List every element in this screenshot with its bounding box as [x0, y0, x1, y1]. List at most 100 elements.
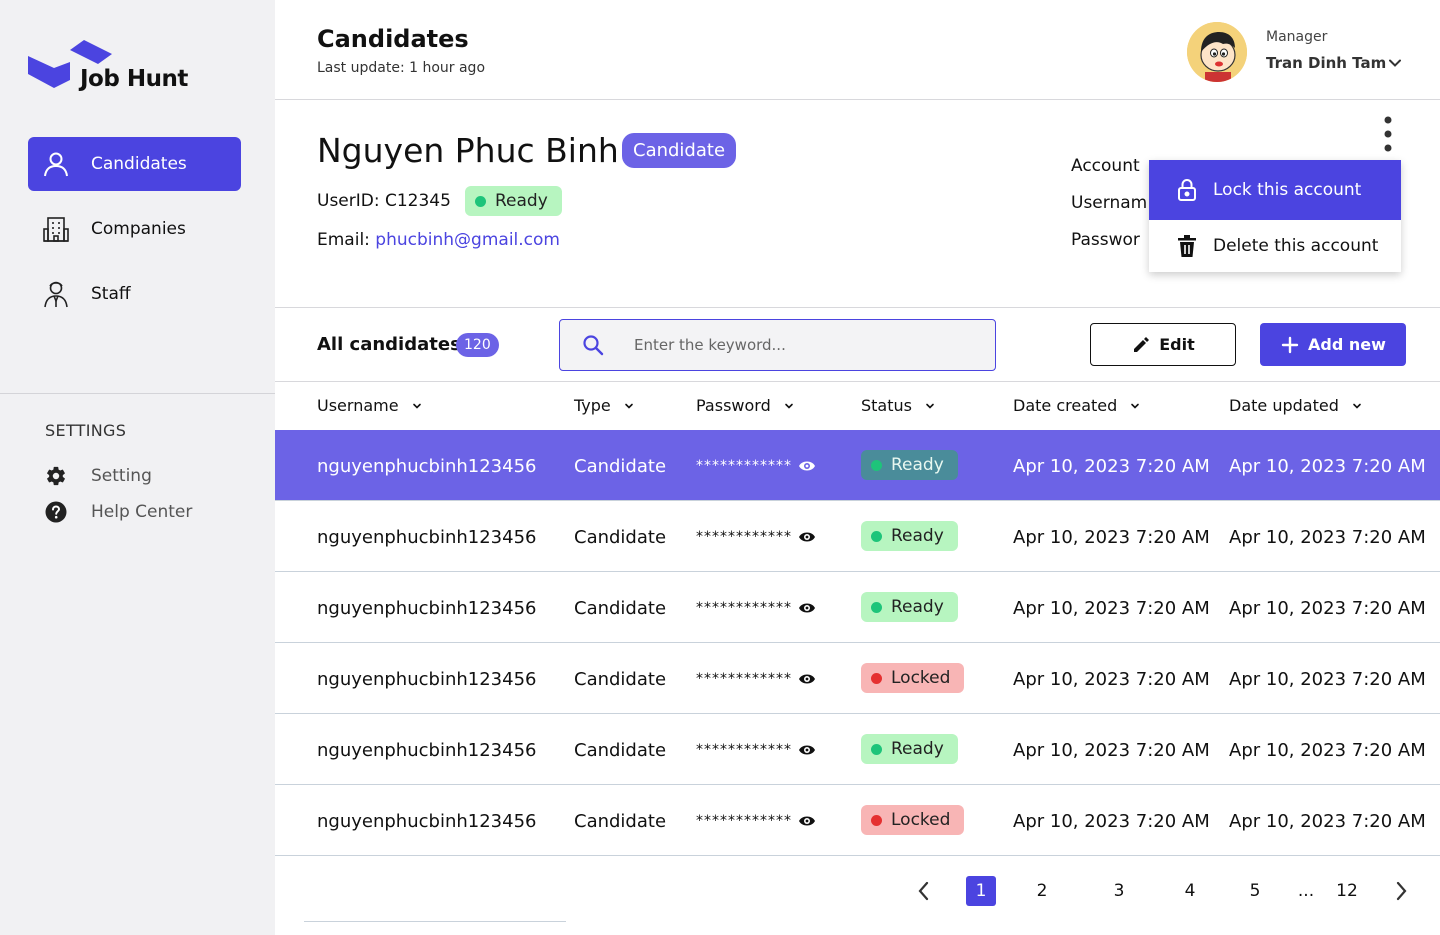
plus-icon [1280, 335, 1300, 355]
eye-icon[interactable] [798, 601, 816, 615]
cell-date-updated: Apr 10, 2023 7:20 AM [1229, 740, 1426, 761]
table-row[interactable]: nguyenphucbinh123456 Candidate *********… [275, 643, 1440, 714]
eye-icon[interactable] [798, 672, 816, 686]
eye-icon[interactable] [798, 459, 816, 473]
cell-type: Candidate [574, 811, 667, 832]
search-box[interactable] [559, 319, 996, 371]
chevron-down-icon [624, 403, 633, 409]
column-header-status[interactable]: Status [861, 396, 936, 415]
page-4[interactable]: 4 [1175, 876, 1205, 906]
cell-username: nguyenphucbinh123456 [317, 527, 537, 548]
eye-icon[interactable] [798, 814, 816, 828]
cell-type: Candidate [574, 598, 667, 619]
lock-account-menu-item[interactable]: Lock this account [1149, 160, 1401, 220]
chevron-down-icon[interactable] [1387, 55, 1403, 71]
chevron-down-icon [926, 403, 934, 409]
table-row[interactable]: nguyenphucbinh123456 Candidate *********… [275, 714, 1440, 785]
cell-status: Ready [861, 592, 958, 622]
trash-icon [1175, 234, 1199, 258]
table-toolbar: All candidates 120 Edit Add new [275, 308, 1440, 382]
page-5[interactable]: 5 [1240, 876, 1270, 906]
cell-status: Ready [861, 734, 958, 764]
more-options-icon[interactable] [1381, 114, 1395, 154]
sidebar-item-candidates[interactable]: Candidates [28, 137, 241, 191]
column-header-username[interactable]: Username [317, 396, 423, 415]
chevron-right-icon[interactable] [1388, 878, 1414, 904]
eye-icon[interactable] [798, 743, 816, 757]
column-label: Status [861, 396, 912, 415]
column-header-password[interactable]: Password [696, 396, 795, 415]
eye-icon[interactable] [798, 530, 816, 544]
cell-type: Candidate [574, 456, 667, 477]
column-header-date-created[interactable]: Date created [1013, 396, 1141, 415]
table-row[interactable]: nguyenphucbinh123456 Candidate *********… [275, 430, 1440, 501]
status-badge: Locked [861, 805, 965, 835]
column-header-type[interactable]: Type [574, 396, 635, 415]
cell-date-updated: Apr 10, 2023 7:20 AM [1229, 669, 1426, 690]
cell-date-updated: Apr 10, 2023 7:20 AM [1229, 811, 1426, 832]
username-label: Usernam [1071, 193, 1148, 213]
settings-title: SETTINGS [45, 421, 127, 440]
status-dot [871, 459, 882, 471]
candidate-detail: Nguyen Phuc Binh Candidate UserID: C1234… [275, 100, 1440, 308]
email-link[interactable]: phucbinh@gmail.com [375, 230, 560, 250]
column-header-date-updated[interactable]: Date updated [1229, 396, 1363, 415]
page-12[interactable]: 12 [1332, 876, 1362, 906]
password-mask: ************ [696, 671, 792, 687]
cell-date-created: Apr 10, 2023 7:20 AM [1013, 456, 1210, 477]
sidebar-item-setting[interactable]: Setting [45, 465, 152, 487]
cell-date-created: Apr 10, 2023 7:20 AM [1013, 740, 1210, 761]
cell-username: nguyenphucbinh123456 [317, 598, 537, 619]
status-badge: Ready [861, 592, 958, 622]
cell-type: Candidate [574, 740, 667, 761]
page-title: Candidates [317, 25, 469, 53]
cell-date-updated: Apr 10, 2023 7:20 AM [1229, 598, 1426, 619]
cell-username: nguyenphucbinh123456 [317, 740, 537, 761]
cell-username: nguyenphucbinh123456 [317, 456, 537, 477]
building-icon [42, 215, 70, 243]
staff-icon [42, 280, 70, 308]
status-badge: Ready [861, 521, 958, 551]
add-new-label: Add new [1308, 335, 1386, 354]
sidebar-item-staff[interactable]: Staff [28, 267, 241, 321]
logo-text: Job Hunt [80, 66, 188, 92]
cell-status: Locked [861, 663, 965, 693]
cell-date-created: Apr 10, 2023 7:20 AM [1013, 811, 1210, 832]
table-row[interactable]: nguyenphucbinh123456 Candidate *********… [275, 501, 1440, 572]
status-label: Ready [891, 526, 944, 546]
user-icon [42, 150, 70, 178]
column-label: Type [574, 396, 611, 415]
chevron-down-icon [412, 403, 421, 409]
help-icon [45, 501, 67, 523]
chevron-down-icon [784, 403, 793, 409]
sidebar-divider [0, 393, 275, 394]
password-mask: ************ [696, 458, 792, 474]
page-1[interactable]: 1 [966, 876, 996, 906]
column-label: Username [317, 396, 399, 415]
user-name[interactable]: Tran Dinh Tam [1266, 54, 1386, 72]
edit-button[interactable]: Edit [1090, 323, 1236, 366]
table-row[interactable]: nguyenphucbinh123456 Candidate *********… [275, 785, 1440, 856]
sidebar-item-help-center[interactable]: Help Center [45, 501, 192, 523]
cell-type: Candidate [574, 527, 667, 548]
search-icon [583, 335, 604, 356]
cell-password: ************ [696, 458, 816, 474]
search-input[interactable] [634, 330, 974, 360]
cell-password: ************ [696, 529, 816, 545]
sidebar: Job Hunt Candidates Companies Staff SETT… [0, 0, 275, 935]
avatar[interactable] [1187, 22, 1247, 82]
sidebar-item-label: Staff [91, 284, 131, 304]
user-role: Manager [1266, 29, 1328, 45]
password-label: Passwor [1071, 230, 1140, 250]
sidebar-item-label: Companies [91, 219, 186, 239]
status-dot [871, 672, 882, 684]
status-label: Locked [891, 668, 951, 688]
page-2[interactable]: 2 [1027, 876, 1057, 906]
sidebar-item-companies[interactable]: Companies [28, 202, 241, 256]
chevron-left-icon[interactable] [911, 878, 937, 904]
cell-password: ************ [696, 742, 816, 758]
add-new-button[interactable]: Add new [1260, 323, 1406, 366]
delete-account-menu-item[interactable]: Delete this account [1149, 220, 1401, 272]
table-row[interactable]: nguyenphucbinh123456 Candidate *********… [275, 572, 1440, 643]
page-3[interactable]: 3 [1104, 876, 1134, 906]
